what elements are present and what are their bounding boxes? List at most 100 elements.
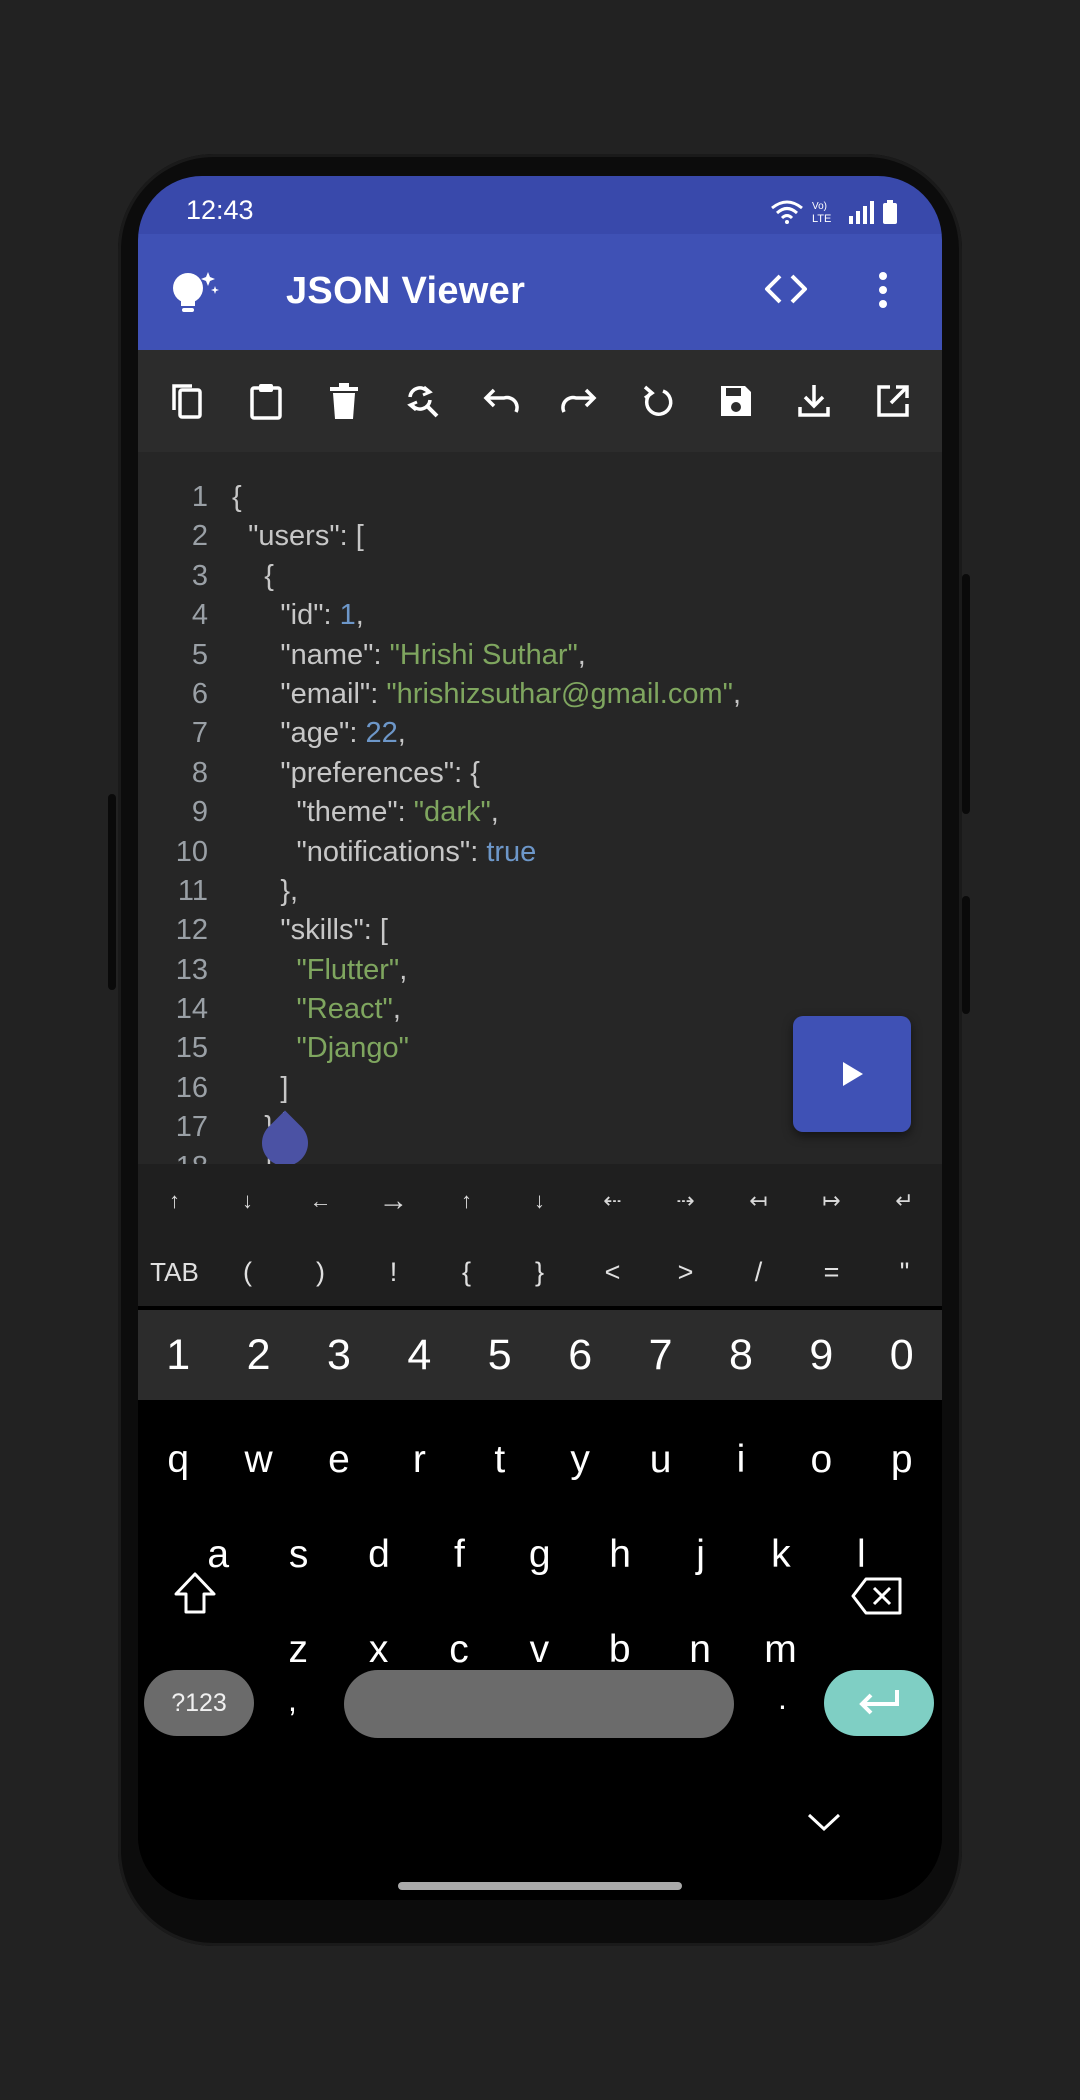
key-q[interactable]: q	[138, 1438, 218, 1482]
key-v[interactable]: v	[499, 1628, 579, 1672]
key-l[interactable]: l	[821, 1533, 901, 1577]
close-paren-key[interactable]: )	[284, 1257, 357, 1288]
code-token: "email":	[232, 677, 387, 710]
key-m[interactable]: m	[740, 1628, 820, 1672]
undo-button[interactable]	[477, 377, 525, 425]
key-e[interactable]: e	[299, 1438, 379, 1482]
key-7[interactable]: 7	[620, 1331, 700, 1380]
paste-icon	[249, 384, 282, 420]
key-d[interactable]: d	[339, 1533, 419, 1577]
line-number: 8	[191, 756, 208, 789]
newline-key[interactable]: ↵	[868, 1188, 941, 1214]
code-token: "hrishizsuthar@gmail.com"	[386, 677, 733, 710]
key-u[interactable]: u	[620, 1438, 700, 1482]
key-t[interactable]: t	[460, 1438, 540, 1482]
line-end-key[interactable]: ↦	[795, 1188, 868, 1214]
key-y[interactable]: y	[540, 1438, 620, 1482]
refresh-button[interactable]	[634, 377, 682, 425]
more-vert-icon[interactable]	[876, 270, 890, 310]
home-indicator[interactable]	[398, 1882, 682, 1890]
period-key[interactable]: .	[778, 1680, 787, 1717]
arrow-right-key[interactable]: →	[357, 1184, 430, 1218]
tab-key[interactable]: TAB	[138, 1257, 211, 1288]
enter-icon	[859, 1690, 899, 1715]
word-left-key[interactable]: ⇠	[576, 1188, 649, 1214]
key-z[interactable]: z	[258, 1628, 338, 1672]
page-up-key[interactable]: ↑	[430, 1188, 503, 1214]
exclamation-key[interactable]: !	[357, 1257, 430, 1288]
greater-than-key[interactable]: >	[649, 1257, 722, 1288]
side-button-left	[108, 794, 116, 990]
keyboard-number-row: 1 2 3 4 5 6 7 8 9 0	[138, 1310, 942, 1400]
symbols-toggle-key[interactable]: ?123	[144, 1670, 254, 1736]
download-button[interactable]	[790, 377, 838, 425]
code-line: 9 "theme": "dark",	[138, 793, 942, 832]
find-replace-button[interactable]	[398, 377, 446, 425]
open-external-button[interactable]	[869, 377, 917, 425]
key-4[interactable]: 4	[379, 1331, 459, 1380]
backspace-icon[interactable]	[850, 1576, 904, 1616]
code-token: "users": [	[232, 520, 364, 553]
status-bar: 12:43 Vo) LTE	[138, 176, 942, 234]
chevron-down-icon[interactable]	[806, 1810, 842, 1834]
slash-key[interactable]: /	[722, 1257, 795, 1288]
redo-button[interactable]	[555, 377, 603, 425]
lightbulb-icon[interactable]	[168, 268, 222, 320]
open-paren-key[interactable]: (	[211, 1257, 284, 1288]
arrow-left-key[interactable]: ←	[284, 1188, 357, 1214]
delete-button[interactable]	[320, 377, 368, 425]
paste-button[interactable]	[242, 377, 290, 425]
arrow-down-key[interactable]: ↓	[211, 1188, 284, 1214]
spacebar-key[interactable]	[344, 1670, 734, 1738]
code-token: ]	[232, 1071, 289, 1104]
key-b[interactable]: b	[580, 1628, 660, 1672]
close-brace-key[interactable]: }	[503, 1257, 576, 1288]
key-6[interactable]: 6	[540, 1331, 620, 1380]
key-9[interactable]: 9	[781, 1331, 861, 1380]
line-start-key[interactable]: ↤	[722, 1188, 795, 1214]
key-p[interactable]: p	[862, 1438, 942, 1482]
enter-key[interactable]	[824, 1670, 934, 1736]
key-x[interactable]: x	[338, 1628, 418, 1672]
equals-key[interactable]: =	[795, 1257, 868, 1288]
key-s[interactable]: s	[258, 1533, 338, 1577]
key-g[interactable]: g	[500, 1533, 580, 1577]
key-r[interactable]: r	[379, 1438, 459, 1482]
key-5[interactable]: 5	[460, 1331, 540, 1380]
code-token: {	[232, 481, 242, 513]
key-o[interactable]: o	[781, 1438, 861, 1482]
save-button[interactable]	[712, 377, 760, 425]
page-down-key[interactable]: ↓	[503, 1188, 576, 1214]
open-brace-key[interactable]: {	[430, 1257, 503, 1288]
word-right-key[interactable]: ⇢	[649, 1188, 722, 1214]
key-k[interactable]: k	[741, 1533, 821, 1577]
arrow-up-key[interactable]: ↑	[138, 1188, 211, 1214]
key-0[interactable]: 0	[862, 1331, 942, 1380]
key-i[interactable]: i	[701, 1438, 781, 1482]
key-h[interactable]: h	[580, 1533, 660, 1577]
code-token: "dark"	[413, 796, 491, 829]
code-line: 6 "email": "hrishizsuthar@gmail.com",	[138, 675, 942, 714]
key-3[interactable]: 3	[299, 1331, 379, 1380]
quote-key[interactable]: "	[868, 1257, 941, 1288]
key-1[interactable]: 1	[138, 1331, 218, 1380]
run-button[interactable]	[793, 1016, 911, 1132]
line-number: 5	[191, 638, 208, 671]
copy-button[interactable]	[163, 377, 211, 425]
key-8[interactable]: 8	[701, 1331, 781, 1380]
code-token: ,	[392, 993, 401, 1026]
comma-key[interactable]: ,	[288, 1682, 297, 1719]
less-than-key[interactable]: <	[576, 1257, 649, 1288]
key-n[interactable]: n	[660, 1628, 740, 1672]
key-c[interactable]: c	[419, 1628, 499, 1672]
key-j[interactable]: j	[660, 1533, 740, 1577]
redo-icon	[561, 388, 597, 413]
key-f[interactable]: f	[419, 1533, 499, 1577]
line-number: 7	[191, 717, 208, 750]
svg-text:LTE: LTE	[812, 213, 831, 224]
key-w[interactable]: w	[218, 1438, 298, 1482]
key-2[interactable]: 2	[218, 1331, 298, 1380]
shift-icon[interactable]	[172, 1570, 218, 1616]
code-view-icon[interactable]	[764, 272, 808, 306]
keyboard-row-2: a s d f g h j k l	[138, 1525, 942, 1585]
